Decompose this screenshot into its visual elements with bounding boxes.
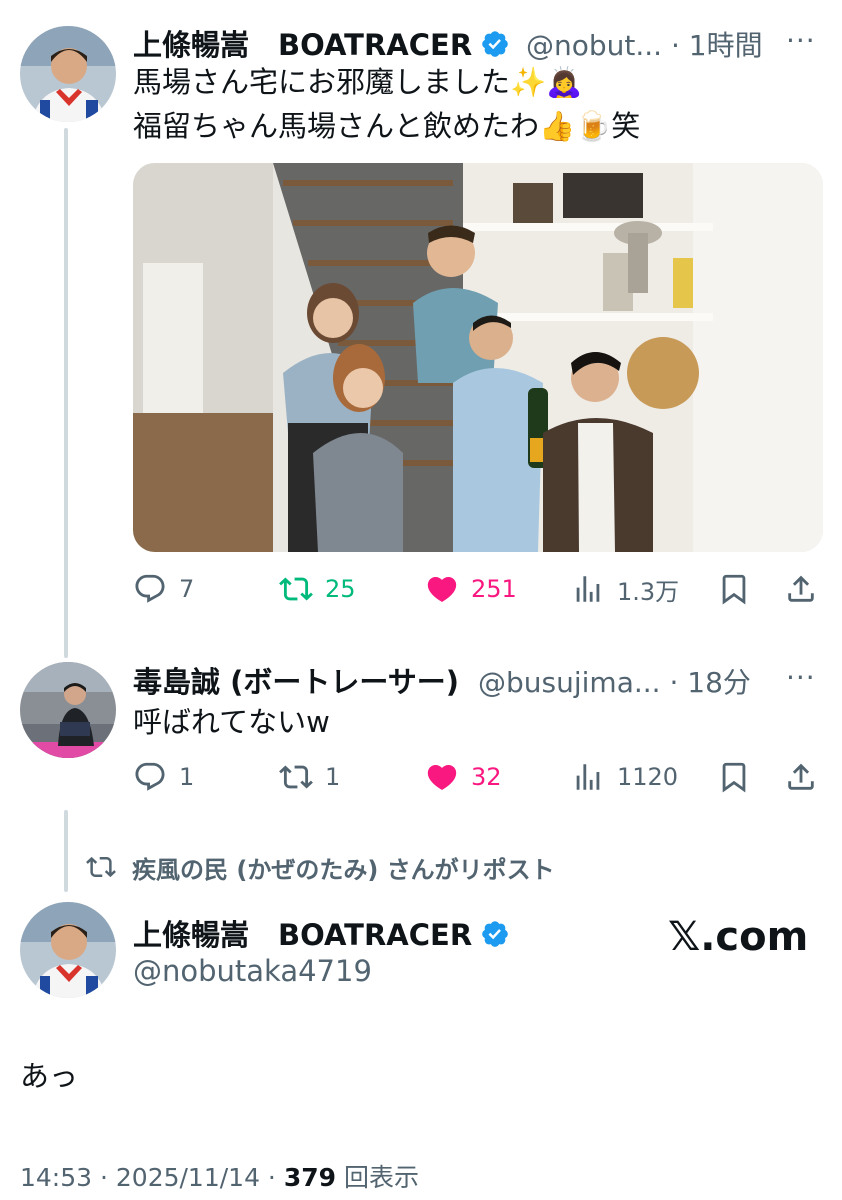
repost-icon bbox=[279, 577, 313, 601]
tweet-text: あっ bbox=[20, 1059, 79, 1093]
views-button[interactable]: 1.3万 bbox=[571, 569, 679, 609]
reply-button[interactable]: 7 bbox=[133, 569, 194, 609]
more-options-icon[interactable]: ··· bbox=[786, 24, 816, 57]
handle-and-time[interactable]: @busujima... · 18分 bbox=[478, 661, 751, 701]
bookmark-button[interactable] bbox=[717, 757, 751, 797]
reply-button[interactable]: 1 bbox=[133, 757, 194, 797]
repost-button[interactable]: 1 bbox=[279, 757, 340, 797]
verified-badge-icon bbox=[482, 921, 508, 947]
views-count: 1120 bbox=[617, 763, 679, 791]
views-icon bbox=[576, 764, 600, 790]
tweet-photo[interactable] bbox=[133, 163, 823, 552]
display-name[interactable]: 上條暢嵩 BOATRACER bbox=[133, 912, 510, 954]
avatar[interactable] bbox=[20, 902, 116, 998]
repost-icon bbox=[86, 856, 116, 878]
handle[interactable]: @nobutaka4719 bbox=[133, 954, 372, 988]
like-button[interactable]: 251 bbox=[425, 569, 517, 609]
thread-line bbox=[64, 810, 68, 892]
bookmark-icon bbox=[722, 574, 746, 605]
reply-icon bbox=[135, 762, 165, 791]
view-label: 回表示 bbox=[336, 1163, 419, 1192]
repost-banner[interactable]: 疾風の民 (かぜのたみ) さんがリポスト bbox=[86, 850, 555, 884]
more-options-icon[interactable]: ··· bbox=[786, 661, 816, 694]
view-count: 379 bbox=[283, 1163, 337, 1192]
tweet-meta: 14:53 · 2025/11/14 · 379 回表示 bbox=[20, 1158, 419, 1194]
display-name[interactable]: 毒島誠 (ボートレーサー) bbox=[133, 659, 459, 701]
reply-icon bbox=[135, 574, 165, 603]
like-button[interactable]: 32 bbox=[425, 757, 502, 797]
repost-count: 1 bbox=[325, 763, 341, 791]
repost-banner-text: 疾風の民 (かぜのたみ) さんがリポスト bbox=[132, 855, 555, 884]
verified-badge-icon bbox=[482, 31, 508, 57]
reply-count: 1 bbox=[179, 763, 195, 791]
tweet-text-line-1: 馬場さん宅にお邪魔しました✨🙇‍♀️ bbox=[133, 65, 583, 99]
reply-count: 7 bbox=[179, 575, 195, 603]
repost-count: 25 bbox=[325, 575, 356, 603]
avatar[interactable] bbox=[20, 26, 116, 122]
like-count: 32 bbox=[471, 763, 502, 791]
views-count: 1.3万 bbox=[617, 577, 680, 606]
avatar[interactable] bbox=[20, 662, 116, 758]
handle-and-time[interactable]: @nobut... · 1時間 bbox=[526, 24, 763, 64]
bookmark-button[interactable] bbox=[717, 569, 751, 609]
repost-icon bbox=[279, 765, 313, 789]
bookmark-icon bbox=[722, 762, 746, 793]
views-button[interactable]: 1120 bbox=[571, 757, 678, 797]
views-icon bbox=[576, 576, 600, 602]
like-icon bbox=[427, 576, 457, 602]
like-count: 251 bbox=[471, 575, 517, 603]
share-button[interactable] bbox=[784, 569, 818, 609]
share-button[interactable] bbox=[784, 757, 818, 797]
tweet-text-line-2: 福留ちゃん馬場さんと飲めたわ👍🍺笑 bbox=[133, 109, 641, 143]
share-icon bbox=[788, 763, 814, 790]
x-com-logo: 𝕏.com bbox=[668, 914, 809, 960]
thread-line bbox=[64, 128, 68, 658]
tweet-text: 呼ばれてないw bbox=[133, 705, 330, 739]
display-name[interactable]: 上條暢嵩 BOATRACER bbox=[133, 22, 510, 64]
like-icon bbox=[427, 764, 457, 790]
timestamp[interactable]: 14:53 · 2025/11/14 · bbox=[20, 1163, 284, 1192]
repost-button[interactable]: 25 bbox=[279, 569, 356, 609]
share-icon bbox=[788, 575, 814, 602]
